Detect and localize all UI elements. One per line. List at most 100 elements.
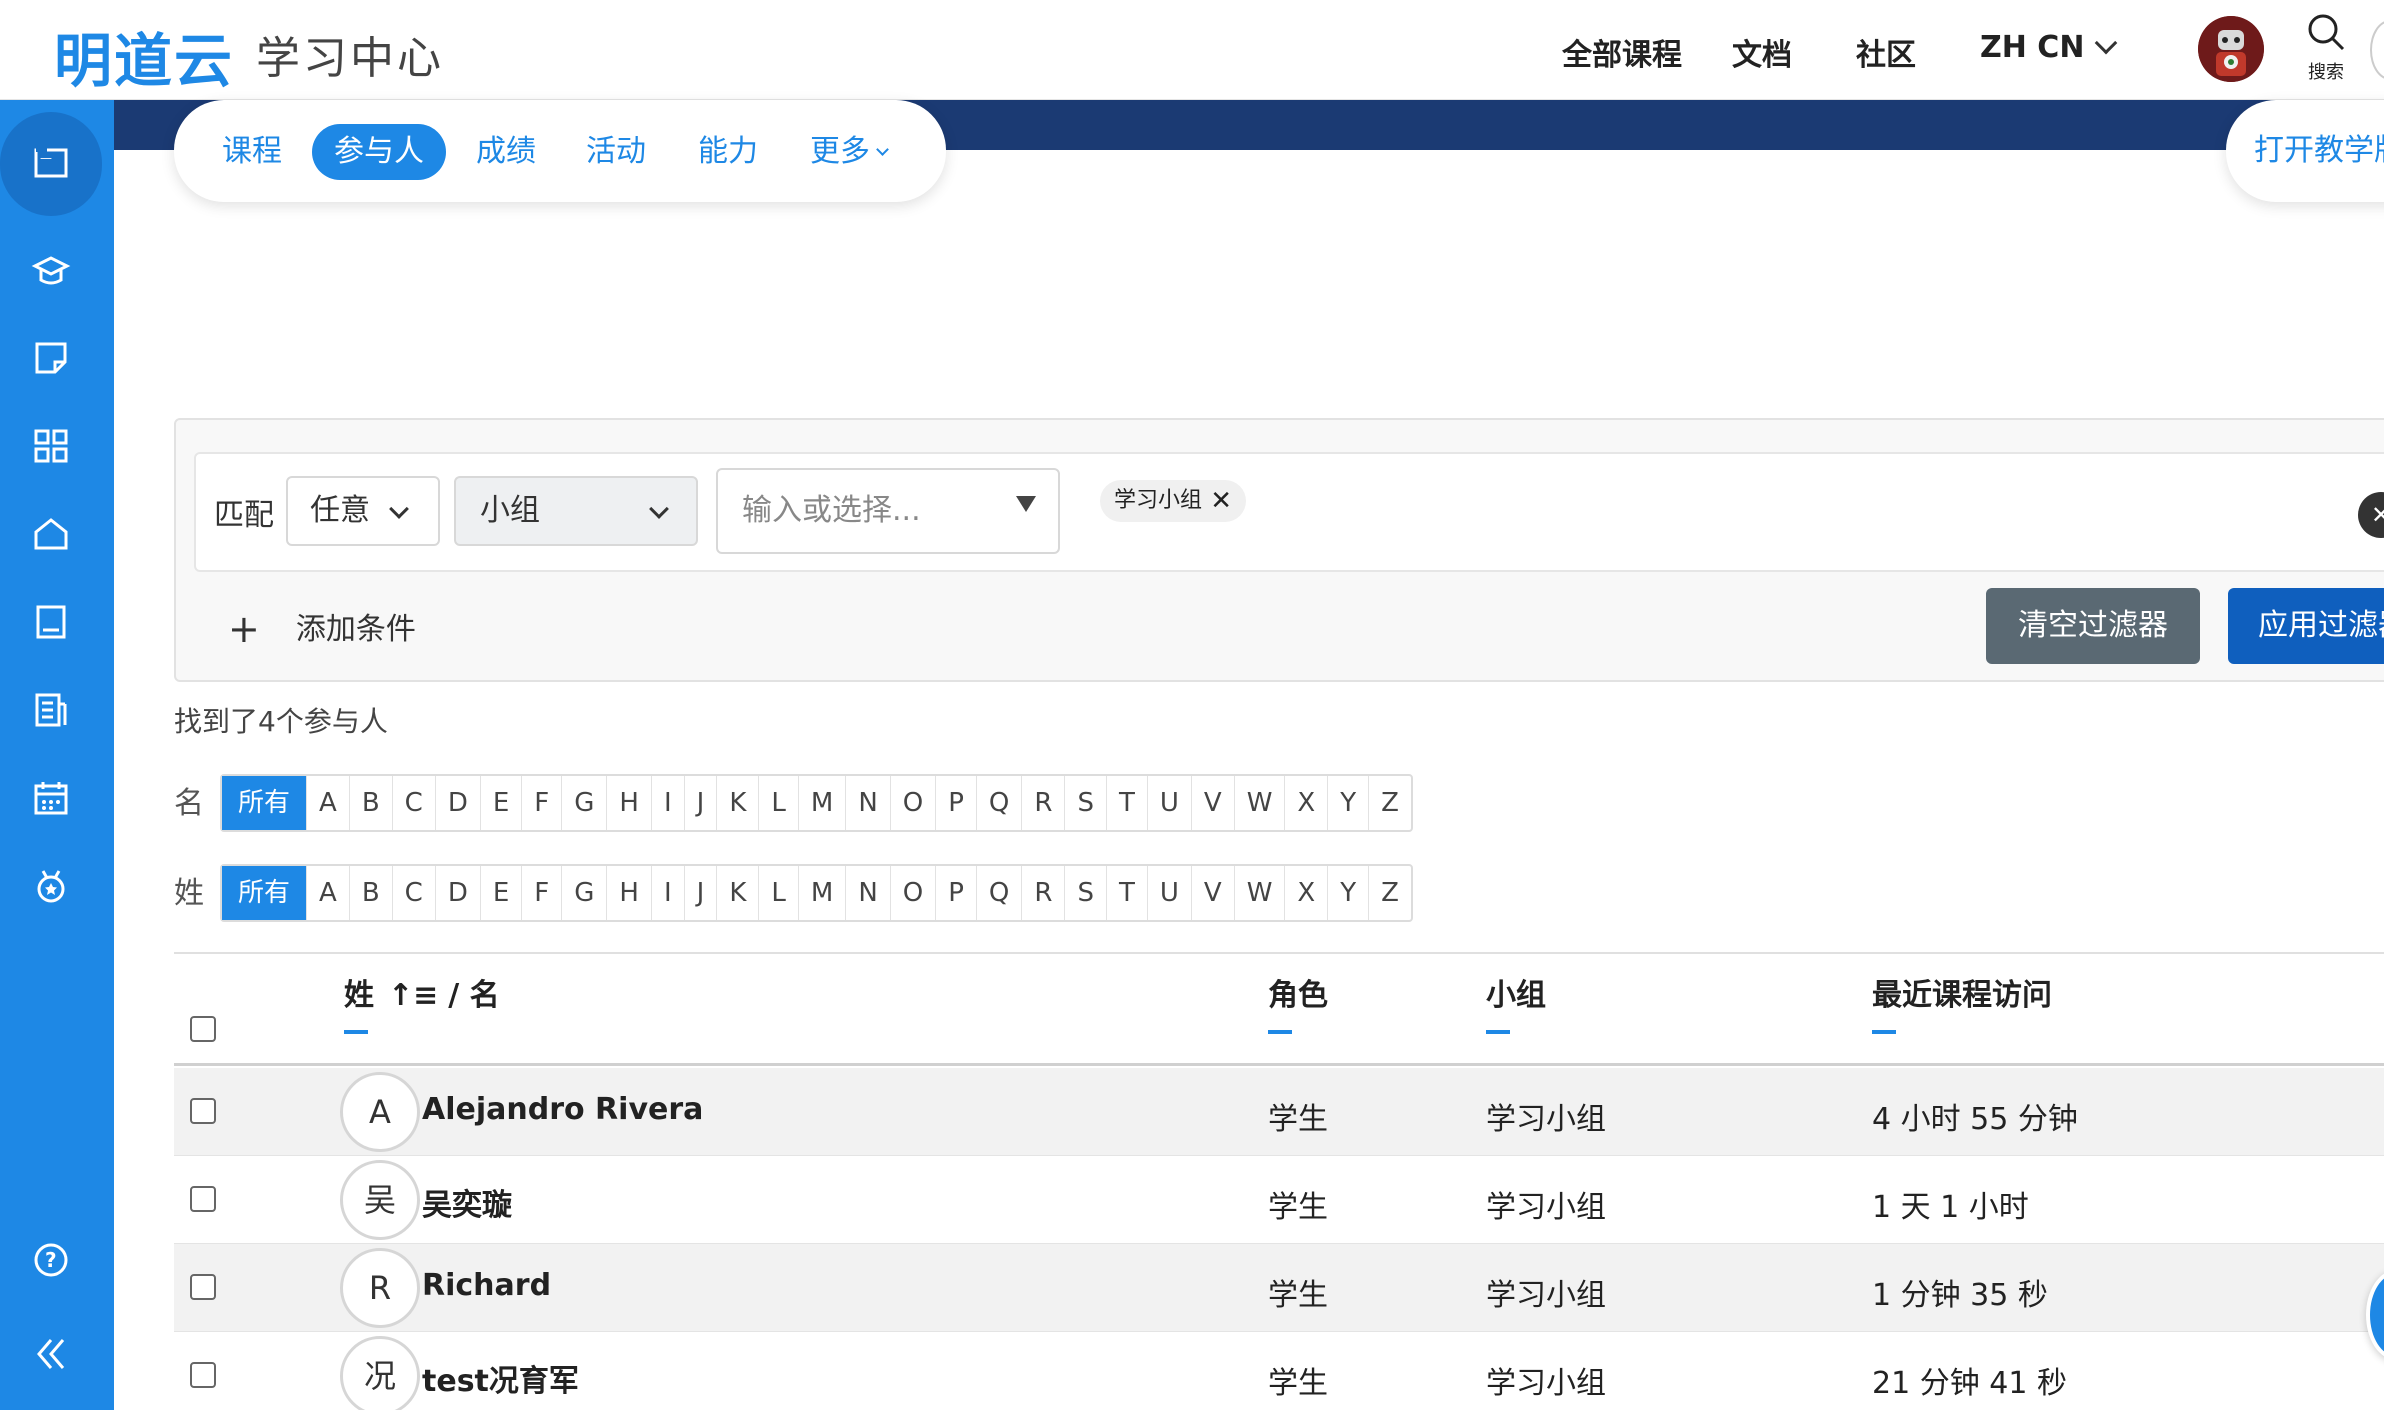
last-name-initial-b[interactable]: B xyxy=(350,866,393,920)
first-name-initial-z[interactable]: Z xyxy=(1369,776,1411,830)
avatar[interactable]: R xyxy=(340,1248,420,1328)
calendar-icon[interactable] xyxy=(27,774,75,822)
search-button[interactable]: 搜索 xyxy=(2304,12,2348,83)
first-name-initial-e[interactable]: E xyxy=(481,776,523,830)
column-collapse-icon[interactable] xyxy=(1268,1030,1292,1034)
last-name-initial-all[interactable]: 所有 xyxy=(222,866,308,920)
select-all-checkbox[interactable] xyxy=(190,1016,216,1042)
first-name-initial-q[interactable]: Q xyxy=(977,776,1023,830)
participant-name[interactable]: test况育军 xyxy=(422,1356,579,1400)
first-name-initial-l[interactable]: L xyxy=(759,776,799,830)
last-name-initial-k[interactable]: K xyxy=(717,866,760,920)
nav-community[interactable]: 社区 xyxy=(1856,30,1916,74)
tab-participants[interactable]: 参与人 xyxy=(312,124,446,180)
last-name-initial-y[interactable]: Y xyxy=(1328,866,1370,920)
participant-name[interactable]: Alejandro Rivera xyxy=(422,1092,703,1127)
report-icon[interactable] xyxy=(27,686,75,734)
dashboard-icon[interactable] xyxy=(27,422,75,470)
tab-activities[interactable]: 活动 xyxy=(586,124,646,180)
avatar[interactable]: A xyxy=(340,1072,420,1152)
first-name-initial-k[interactable]: K xyxy=(717,776,760,830)
last-name-initial-x[interactable]: X xyxy=(1285,866,1329,920)
nav-all-courses[interactable]: 全部课程 xyxy=(1562,30,1682,74)
last-name-initial-m[interactable]: M xyxy=(799,866,847,920)
last-name-initial-h[interactable]: H xyxy=(607,866,652,920)
last-name-initial-q[interactable]: Q xyxy=(977,866,1023,920)
column-group[interactable]: 小组 xyxy=(1486,970,1546,1014)
remove-condition-icon[interactable]: ✕ xyxy=(2358,492,2384,538)
first-name-initial-i[interactable]: I xyxy=(652,776,685,830)
last-name-initial-a[interactable]: A xyxy=(307,866,350,920)
participant-name[interactable]: Richard xyxy=(422,1268,551,1303)
row-checkbox[interactable] xyxy=(190,1274,216,1300)
tab-more[interactable]: 更多 xyxy=(810,124,889,180)
filter-value-input[interactable]: 输入或选择... xyxy=(716,468,1060,554)
first-name-initial-y[interactable]: Y xyxy=(1328,776,1370,830)
book-icon[interactable] xyxy=(27,598,75,646)
first-name-initial-m[interactable]: M xyxy=(799,776,847,830)
first-name-initial-b[interactable]: B xyxy=(350,776,393,830)
last-name-initial-c[interactable]: C xyxy=(393,866,436,920)
first-name-initial-u[interactable]: U xyxy=(1148,776,1192,830)
first-name-initial-v[interactable]: V xyxy=(1192,776,1235,830)
badge-icon[interactable] xyxy=(27,862,75,910)
first-name-initial-all[interactable]: 所有 xyxy=(222,776,308,830)
last-name-initial-l[interactable]: L xyxy=(759,866,799,920)
last-name-initial-u[interactable]: U xyxy=(1148,866,1192,920)
last-name-initial-r[interactable]: R xyxy=(1022,866,1066,920)
first-name-initial-n[interactable]: N xyxy=(846,776,891,830)
logo[interactable]: 明道云 xyxy=(54,14,234,98)
profile-menu-edge[interactable] xyxy=(2370,20,2384,80)
column-collapse-icon[interactable] xyxy=(344,1030,368,1034)
first-name-initial-o[interactable]: O xyxy=(891,776,937,830)
row-checkbox[interactable] xyxy=(190,1186,216,1212)
first-name-initial-p[interactable]: P xyxy=(936,776,977,830)
course-index-icon[interactable]: — xyxy=(27,138,75,186)
last-name-initial-n[interactable]: N xyxy=(846,866,891,920)
first-name-initial-x[interactable]: X xyxy=(1285,776,1329,830)
user-avatar[interactable] xyxy=(2198,16,2264,82)
last-name-initial-j[interactable]: J xyxy=(685,866,718,920)
dropdown-arrow-icon[interactable] xyxy=(1016,496,1036,512)
first-name-initial-h[interactable]: H xyxy=(607,776,652,830)
last-name-initial-s[interactable]: S xyxy=(1065,866,1107,920)
first-name-initial-t[interactable]: T xyxy=(1107,776,1148,830)
column-last-access[interactable]: 最近课程访问 xyxy=(1872,970,2052,1014)
apply-filters-button[interactable]: 应用过滤器 xyxy=(2228,588,2384,664)
row-checkbox[interactable] xyxy=(190,1098,216,1124)
first-name-initial-d[interactable]: D xyxy=(436,776,481,830)
home-icon[interactable] xyxy=(27,510,75,558)
first-name-initial-f[interactable]: F xyxy=(522,776,563,830)
column-collapse-icon[interactable] xyxy=(1486,1030,1510,1034)
avatar[interactable]: 况 xyxy=(340,1336,420,1410)
open-teaching-button[interactable]: 打开教学版 xyxy=(2226,100,2384,202)
column-collapse-icon[interactable] xyxy=(1872,1030,1896,1034)
column-name[interactable]: 姓 ↑≡ / 名 xyxy=(344,970,500,1014)
participant-name[interactable]: 吴奕璇 xyxy=(422,1180,512,1224)
last-name-initial-v[interactable]: V xyxy=(1192,866,1235,920)
tab-competencies[interactable]: 能力 xyxy=(698,124,758,180)
note-icon[interactable] xyxy=(27,334,75,382)
sort-ascending-icon[interactable]: ↑≡ xyxy=(388,978,438,1013)
first-name-initial-w[interactable]: W xyxy=(1235,776,1286,830)
last-name-initial-t[interactable]: T xyxy=(1107,866,1148,920)
match-type-select[interactable]: 任意 xyxy=(286,476,440,546)
last-name-initial-z[interactable]: Z xyxy=(1369,866,1411,920)
collapse-icon[interactable] xyxy=(27,1330,75,1378)
first-name-initial-s[interactable]: S xyxy=(1065,776,1107,830)
last-name-initial-d[interactable]: D xyxy=(436,866,481,920)
last-name-initial-f[interactable]: F xyxy=(522,866,563,920)
avatar[interactable]: 吴 xyxy=(340,1160,420,1240)
tab-grades[interactable]: 成绩 xyxy=(476,124,536,180)
tab-course[interactable]: 课程 xyxy=(222,124,282,180)
remove-chip-icon[interactable]: ✕ xyxy=(1210,480,1232,522)
first-name-initial-j[interactable]: J xyxy=(685,776,718,830)
column-role[interactable]: 角色 xyxy=(1268,970,1328,1014)
last-name-initial-e[interactable]: E xyxy=(481,866,523,920)
add-condition-button[interactable]: + 添加条件 xyxy=(228,604,416,651)
last-name-initial-p[interactable]: P xyxy=(936,866,977,920)
last-name-initial-w[interactable]: W xyxy=(1235,866,1286,920)
help-icon[interactable]: ? xyxy=(27,1236,75,1284)
filter-field-select[interactable]: 小组 xyxy=(454,476,698,546)
first-name-initial-c[interactable]: C xyxy=(393,776,436,830)
